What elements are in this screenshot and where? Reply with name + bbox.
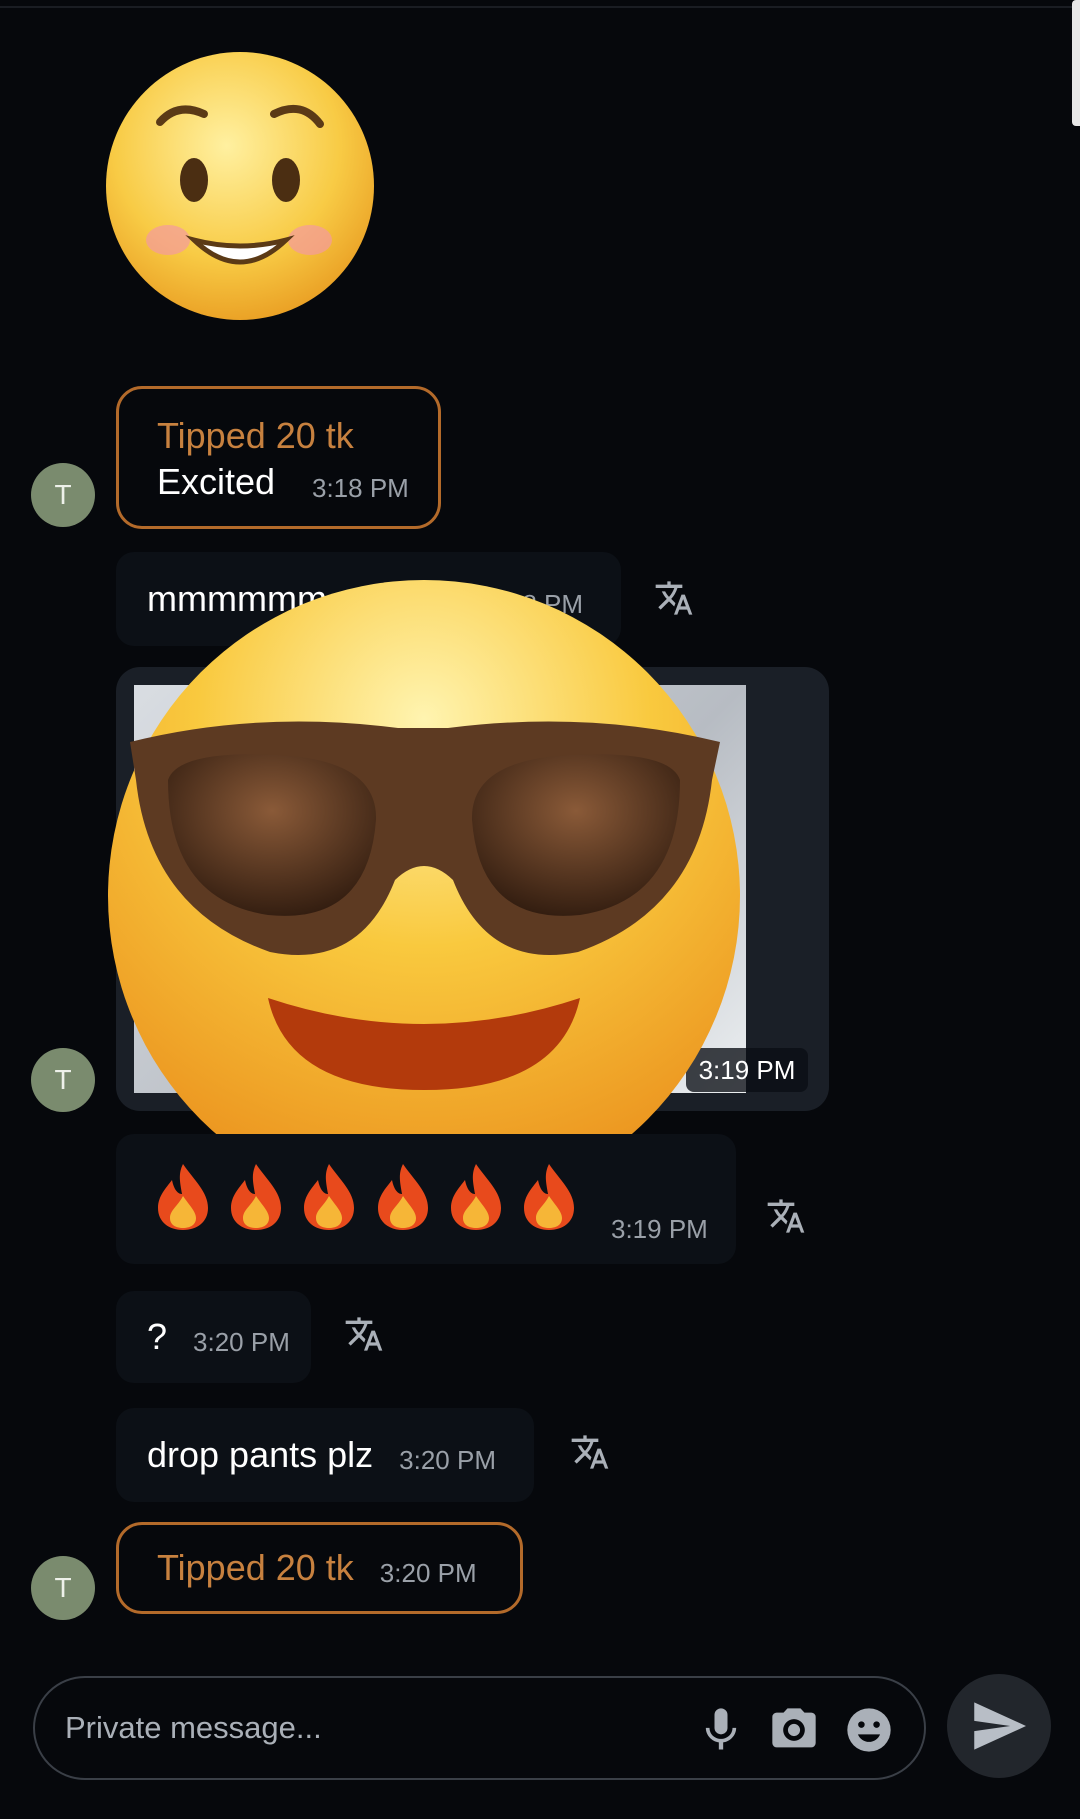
message-bubble[interactable]: drop pants plz 3:20 PM [116, 1408, 534, 1502]
tip-message: Tipped 20 tk Excited 3:18 PM [116, 386, 441, 529]
sunglasses-face-sticker [108, 580, 740, 1212]
translate-icon[interactable] [766, 1196, 806, 1236]
fire-emoji [158, 1164, 208, 1230]
message-time: 3:19 PM [611, 1214, 708, 1244]
camera-icon[interactable] [768, 1704, 820, 1756]
message-time: 3:20 PM [193, 1326, 290, 1357]
message-time: 3:20 PM [399, 1444, 496, 1475]
message-time: 3:18 PM [312, 473, 409, 503]
tip-amount: Tipped 20 tk [157, 1547, 354, 1588]
message-input[interactable] [63, 1702, 667, 1754]
translate-icon[interactable] [570, 1432, 610, 1472]
message-text: drop pants plz [147, 1434, 374, 1475]
message-composer [33, 1676, 926, 1780]
tip-amount: Tipped 20 tk [157, 415, 354, 456]
message-text: ? [147, 1316, 168, 1357]
scrollbar-thumb[interactable] [1072, 0, 1080, 126]
fire-emoji [378, 1164, 428, 1230]
message-time: 3:20 PM [379, 1557, 477, 1588]
message-bubble[interactable]: ? 3:20 PM [116, 1291, 311, 1383]
fire-emoji [231, 1164, 281, 1230]
message-bubble[interactable]: 3:19 PM [116, 1134, 736, 1264]
send-icon [974, 1702, 1026, 1750]
top-divider [0, 6, 1080, 8]
fire-emoji [451, 1164, 501, 1230]
fire-emoji [524, 1164, 574, 1230]
microphone-icon[interactable] [695, 1704, 747, 1756]
tip-message: Tipped 20 tk 3:20 PM [116, 1522, 523, 1614]
send-button[interactable] [947, 1674, 1051, 1778]
tip-caption: Excited [157, 461, 276, 502]
smiling-face-sticker [106, 52, 374, 320]
sender-avatar[interactable]: T [31, 1556, 95, 1620]
sender-avatar[interactable]: T [31, 1048, 95, 1112]
fire-emoji [304, 1164, 354, 1230]
sender-avatar[interactable]: T [31, 463, 95, 527]
translate-icon[interactable] [344, 1314, 384, 1354]
emoji-icon[interactable] [843, 1704, 895, 1756]
